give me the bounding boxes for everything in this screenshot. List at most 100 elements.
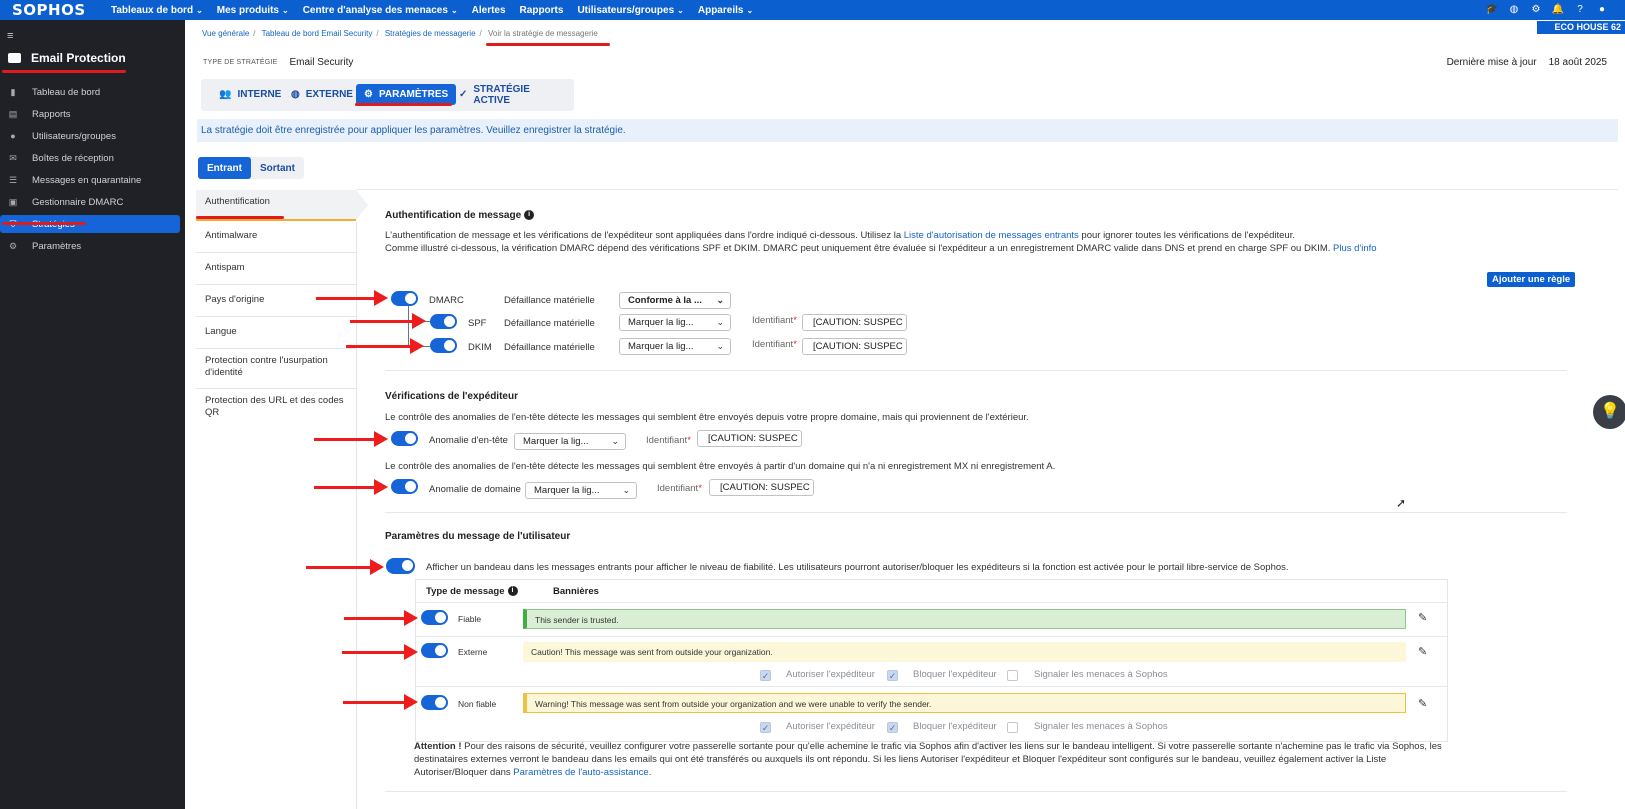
more-info-link[interactable]: Plus d'info	[1333, 243, 1377, 254]
edit-pencil-icon[interactable]: ✎	[1418, 697, 1427, 710]
direction-inbound-button[interactable]: Entrant	[198, 157, 251, 179]
external-report-label: Signaler les menaces à Sophos	[1034, 669, 1168, 680]
dkim-failure-label: Défaillance matérielle	[504, 342, 595, 353]
tab-strategie-active[interactable]: ✓ STRATÉGIE ACTIVE	[451, 84, 574, 106]
users-icon: 👥	[219, 89, 232, 100]
sidebar-item-boites-reception[interactable]: ✉ Boîtes de réception	[0, 149, 180, 167]
chevron-down-icon: ⌄	[450, 5, 458, 15]
globe-icon[interactable]: ◍	[1507, 2, 1521, 16]
header-anomaly-action-select[interactable]: Marquer la lig... ⌄	[514, 433, 626, 450]
edit-pencil-icon[interactable]: ✎	[1418, 611, 1427, 624]
edit-pencil-icon[interactable]: ✎	[1418, 645, 1427, 658]
trusted-banner-preview: This sender is trusted.	[523, 609, 1406, 629]
chevron-down-icon: ⌄	[196, 5, 203, 15]
nav-tableaux-de-bord[interactable]: Tableaux de bord ⌄	[104, 5, 210, 16]
allow-list-link[interactable]: Liste d'autorisation de messages entrant…	[904, 230, 1079, 241]
table-header-divider	[416, 602, 1447, 603]
breadcrumb-strategies[interactable]: Stratégies de messagerie	[385, 29, 476, 38]
menu-item-pays-origine[interactable]: Pays d'origine	[196, 285, 356, 317]
sidebar-item-messages-quarantaine[interactable]: ☰ Messages en quarantaine	[0, 171, 180, 189]
menu-item-langue[interactable]: Langue	[196, 317, 356, 349]
untrusted-report-checkbox[interactable]	[1007, 722, 1018, 733]
spf-toggle[interactable]	[430, 314, 457, 329]
mailbox-icon: ✉	[9, 152, 17, 163]
banner-table: Type de message i Bannières Fiable This s…	[415, 579, 1448, 742]
info-icon[interactable]: i	[507, 586, 518, 597]
dkim-toggle[interactable]	[430, 338, 457, 353]
dmarc-toggle[interactable]	[391, 291, 418, 306]
header-anomaly-identifier-label: Identifiant*	[646, 435, 691, 446]
bar-chart-icon: ▮	[10, 86, 16, 97]
info-icon[interactable]: i	[524, 210, 535, 221]
tab-externe[interactable]: ◍ EXTERNE	[283, 84, 361, 105]
nav-appareils[interactable]: Appareils ⌄	[691, 5, 760, 16]
add-rule-button[interactable]: Ajouter une règle	[1487, 272, 1576, 287]
sidebar-item-tableau-de-bord[interactable]: ▮ Tableau de bord	[0, 83, 180, 101]
nav-utilisateurs-groupes[interactable]: Utilisateurs/groupes ⌄	[570, 5, 690, 16]
untrusted-toggle[interactable]	[421, 695, 448, 710]
col-banners: Bannières	[553, 586, 599, 597]
domain-anomaly-identifier-input[interactable]: [CAUTION: SUSPEC	[709, 479, 814, 496]
menu-item-usurpation-identite[interactable]: Protection contre l'usurpation d'identit…	[196, 349, 356, 389]
annotation-underline	[196, 216, 284, 219]
sidebar-item-utilisateurs-groupes[interactable]: ● Utilisateurs/groupes	[0, 127, 180, 145]
spf-action-select[interactable]: Marquer la lig... ⌄	[619, 314, 731, 331]
domain-anomaly-action-select[interactable]: Marquer la lig... ⌄	[525, 482, 637, 499]
check-icon: ✓	[459, 89, 468, 100]
tab-interne[interactable]: 👥 INTERNE	[211, 84, 289, 105]
menu-item-antimalware[interactable]: Antimalware	[196, 221, 356, 253]
menu-item-antispam[interactable]: Antispam	[196, 253, 356, 285]
external-block-checkbox[interactable]: ✓	[887, 670, 898, 681]
chevron-down-icon: ⌄	[746, 5, 754, 15]
annotation-arrow	[314, 431, 388, 447]
external-toggle[interactable]	[421, 643, 448, 658]
row-divider	[416, 636, 1447, 637]
breadcrumb-tableau-de-bord[interactable]: Tableau de bord Email Security	[262, 29, 373, 38]
dkim-label: DKIM	[468, 342, 492, 353]
help-icon[interactable]: ?	[1573, 2, 1587, 16]
breadcrumb-current: Voir la stratégie de messagerie	[488, 29, 598, 38]
header-anomaly-toggle[interactable]	[391, 431, 418, 446]
external-allow-checkbox[interactable]: ✓	[760, 670, 771, 681]
annotation-arrow	[343, 694, 418, 710]
sidebar-item-rapports[interactable]: ▤ Rapports	[0, 105, 180, 123]
banner-display-toggle[interactable]	[386, 558, 415, 574]
dkim-action-select[interactable]: Marquer la lig... ⌄	[619, 338, 731, 355]
annotation-underline	[2, 222, 86, 225]
chevron-down-icon: ⌄	[716, 341, 724, 351]
user-icon[interactable]: ●	[1595, 2, 1609, 16]
domain-anomaly-toggle[interactable]	[391, 479, 418, 494]
sidebar-item-parametres[interactable]: ⚙ Paramètres	[0, 237, 180, 255]
col-message-type: Type de message i	[426, 586, 518, 597]
policy-type-row: TYPE DE STRATÉGIE Email Security	[203, 57, 353, 68]
nav-alertes[interactable]: Alertes	[465, 5, 513, 16]
gear-icon[interactable]: ⚙	[1529, 2, 1543, 16]
breadcrumb-vue-generale[interactable]: Vue générale	[202, 29, 249, 38]
dmarc-action-select[interactable]: Conforme à la ... ⌄	[619, 292, 731, 309]
self-service-settings-link[interactable]: Paramètres de l'auto-assistance	[513, 767, 648, 778]
untrusted-block-checkbox[interactable]: ✓	[887, 722, 898, 733]
header-anomaly-identifier-input[interactable]: [CAUTION: SUSPEC	[697, 430, 802, 447]
sidebar-item-gestionnaire-dmarc[interactable]: ▣ Gestionnaire DMARC	[0, 193, 180, 211]
bell-icon[interactable]: 🔔	[1551, 2, 1565, 16]
tab-parametres[interactable]: ⚙ PARAMÈTRES	[356, 84, 457, 105]
auth-description-2: Comme illustré ci-dessous, la vérificati…	[385, 243, 1377, 254]
annotation-arrow	[344, 610, 418, 626]
untrusted-allow-checkbox[interactable]: ✓	[760, 722, 771, 733]
dkim-identifier-input[interactable]: [CAUTION: SUSPEC	[802, 338, 907, 355]
external-report-checkbox[interactable]	[1007, 670, 1018, 681]
direction-outbound-button[interactable]: Sortant	[251, 157, 304, 179]
nav-centre-analyse-menaces[interactable]: Centre d'analyse des menaces ⌄	[296, 5, 465, 16]
nav-mes-produits[interactable]: Mes produits ⌄	[210, 5, 296, 16]
trusted-toggle[interactable]	[421, 610, 448, 625]
sophos-logo[interactable]: SOPHOS	[0, 1, 104, 19]
collapse-menu-icon[interactable]: ≡	[7, 30, 13, 42]
spf-identifier-input[interactable]: [CAUTION: SUSPEC	[802, 314, 907, 331]
security-warning-line-1: Attention ! Pour des raisons de sécurité…	[414, 741, 1442, 752]
nav-rapports[interactable]: Rapports	[513, 5, 571, 16]
domain-anomaly-label: Anomalie de domaine	[429, 484, 521, 495]
menu-item-url-codes-qr[interactable]: Protection des URL et des codes QR	[196, 389, 356, 429]
graduation-cap-icon[interactable]: 🎓	[1485, 2, 1499, 16]
tenant-name[interactable]: ECO HOUSE 62	[1537, 21, 1625, 34]
help-lightbulb-icon[interactable]: 💡	[1593, 395, 1625, 429]
